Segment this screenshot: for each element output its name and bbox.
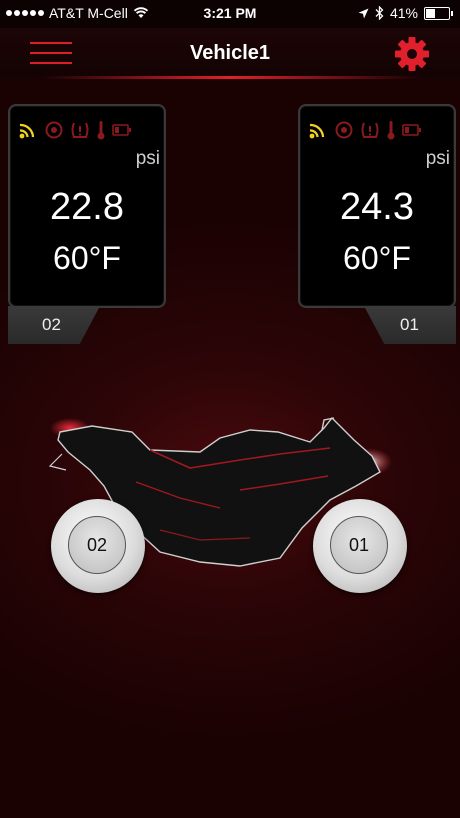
battery-percent: 41% <box>389 5 418 21</box>
status-right-group: 41% <box>358 5 453 21</box>
battery-icon <box>402 124 421 136</box>
temperature-value: 60°F <box>53 240 121 276</box>
tire-icon <box>335 121 353 139</box>
wifi-signal-icon <box>309 123 325 139</box>
wifi-signal-icon <box>19 123 35 139</box>
front-wheel-sensor[interactable]: 01 <box>313 499 407 593</box>
tire-icon <box>45 121 63 139</box>
nav-divider <box>40 76 420 79</box>
sensor-card-01[interactable]: psi 24.3 60°F <box>298 104 456 308</box>
status-bar: AT&T M-Cell 3:21 PM 41% <box>0 0 460 28</box>
front-wheel-label: 01 <box>330 516 388 574</box>
temperature-value: 60°F <box>343 240 411 276</box>
sensor-tab-02[interactable]: 02 <box>8 306 100 344</box>
pressure-unit: psi <box>425 148 450 169</box>
pressure-unit: psi <box>135 148 160 169</box>
sensor-tab-01[interactable]: 01 <box>364 306 456 344</box>
bluetooth-icon <box>375 6 384 20</box>
location-arrow-icon <box>358 8 369 18</box>
sensor-card-02[interactable]: psi 22.8 60°F <box>8 104 166 308</box>
thermometer-icon <box>97 121 105 140</box>
rear-wheel-label: 02 <box>68 516 126 574</box>
tire-pressure-warning-icon <box>361 122 379 138</box>
page-title: Vehicle1 <box>189 42 271 64</box>
sensor-status-icons <box>18 120 132 140</box>
pressure-value: 24.3 <box>340 186 414 228</box>
battery-icon <box>424 6 453 20</box>
gear-icon[interactable] <box>394 36 430 72</box>
nav-bar: Vehicle1 <box>0 28 460 79</box>
rear-wheel-sensor[interactable]: 02 <box>51 499 145 593</box>
tire-pressure-warning-icon <box>71 122 89 138</box>
pressure-value: 22.8 <box>50 186 124 228</box>
sensor-status-icons <box>308 120 422 140</box>
battery-icon <box>112 124 131 136</box>
thermometer-icon <box>387 121 395 140</box>
